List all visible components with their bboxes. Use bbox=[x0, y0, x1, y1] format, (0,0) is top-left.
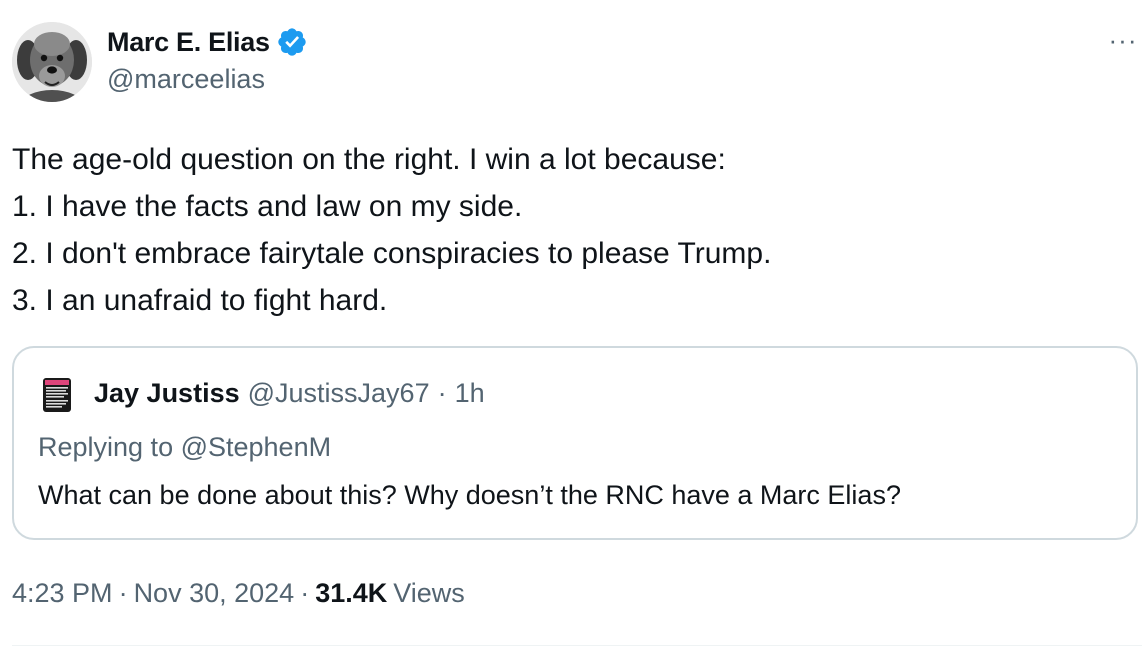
quoted-tweet-header: Jay Justiss @JustissJay67 · 1h bbox=[94, 378, 485, 409]
tweet-text-line: 2. I don't embrace fairytale conspiracie… bbox=[12, 237, 772, 270]
more-options-icon[interactable]: ··· bbox=[1104, 25, 1142, 55]
dog-avatar-icon bbox=[12, 22, 92, 102]
quoted-author-handle: @JustissJay67 bbox=[247, 378, 430, 408]
author-avatar[interactable] bbox=[12, 22, 92, 102]
views-label: Views bbox=[393, 578, 465, 608]
author-display-name[interactable]: Marc E. Elias bbox=[107, 27, 270, 58]
verified-badge-icon bbox=[278, 28, 306, 56]
tweet-text-line: The age-old question on the right. I win… bbox=[12, 143, 726, 176]
quoted-author-name: Jay Justiss bbox=[94, 378, 240, 408]
separator-dot: · bbox=[118, 578, 128, 608]
divider bbox=[12, 645, 1142, 646]
quoted-tweet-text: What can be done about this? Why doesn’t… bbox=[38, 480, 901, 510]
author-name-row: Marc E. Elias bbox=[107, 24, 308, 60]
views-count: 31.4K bbox=[315, 578, 388, 608]
tweet-time[interactable]: 4:23 PM bbox=[12, 578, 113, 609]
tweet-text-line: 1. I have the facts and law on my side. bbox=[12, 190, 523, 223]
tweet-text: The age-old question on the right. I win… bbox=[12, 136, 1122, 324]
quoted-tweet[interactable]: Jay Justiss @JustissJay67 · 1h Replying … bbox=[12, 346, 1138, 540]
quoted-tweet-time: 1h bbox=[454, 378, 485, 408]
separator-dot: · bbox=[437, 378, 447, 408]
author-handle[interactable]: @marceelias bbox=[107, 64, 265, 95]
tweet-text-line: 3. I an unafraid to fight hard. bbox=[12, 284, 388, 317]
tweet-date[interactable]: Nov 30, 2024 bbox=[134, 578, 295, 609]
tweet: Marc E. Elias @marceelias ··· The age-ol… bbox=[0, 0, 1142, 648]
quoted-author-avatar bbox=[36, 374, 78, 416]
quoted-avatar-icon bbox=[36, 374, 78, 416]
tweet-meta: 4:23 PM · Nov 30, 2024 · 31.4K Views bbox=[12, 578, 465, 609]
replying-to: Replying to @StephenM bbox=[38, 432, 332, 462]
separator-dot: · bbox=[300, 578, 310, 608]
